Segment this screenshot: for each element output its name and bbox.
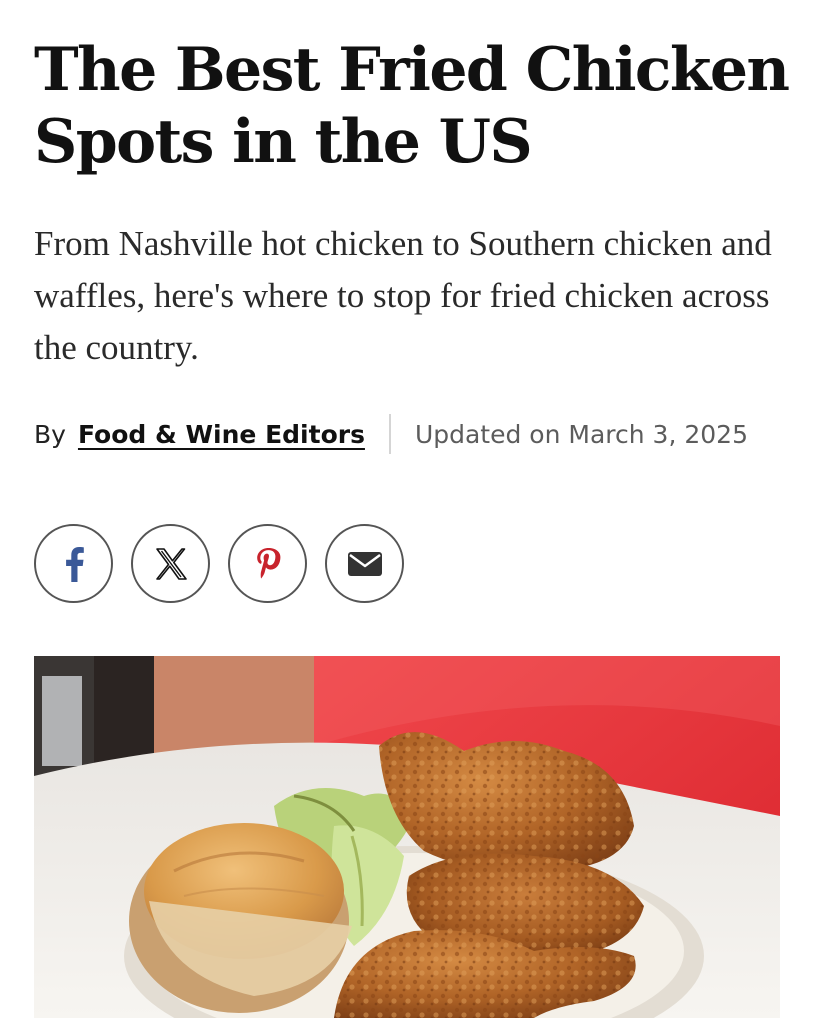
article-title: The Best Fried Chicken Spots in the US bbox=[34, 35, 790, 177]
share-x-button[interactable] bbox=[131, 524, 210, 603]
byline-divider bbox=[388, 414, 391, 454]
article-page: The Best Fried Chicken Spots in the US F… bbox=[0, 0, 813, 1018]
hero-image bbox=[34, 656, 780, 1018]
email-icon bbox=[347, 551, 382, 576]
share-bar bbox=[34, 524, 404, 603]
share-facebook-button[interactable] bbox=[34, 524, 113, 603]
x-icon bbox=[155, 547, 187, 580]
byline-prefix: By bbox=[34, 419, 66, 449]
author-link[interactable]: Food & Wine Editors bbox=[78, 420, 365, 449]
fried-chicken-photo bbox=[34, 656, 780, 1018]
share-email-button[interactable] bbox=[325, 524, 404, 603]
byline: By Food & Wine Editors Updated on March … bbox=[34, 410, 748, 458]
article-dek: From Nashville hot chicken to Southern c… bbox=[34, 224, 772, 367]
updated-date: Updated on March 3, 2025 bbox=[414, 419, 748, 449]
share-pinterest-button[interactable] bbox=[228, 524, 307, 603]
pinterest-icon bbox=[256, 547, 280, 578]
facebook-icon bbox=[65, 546, 84, 582]
